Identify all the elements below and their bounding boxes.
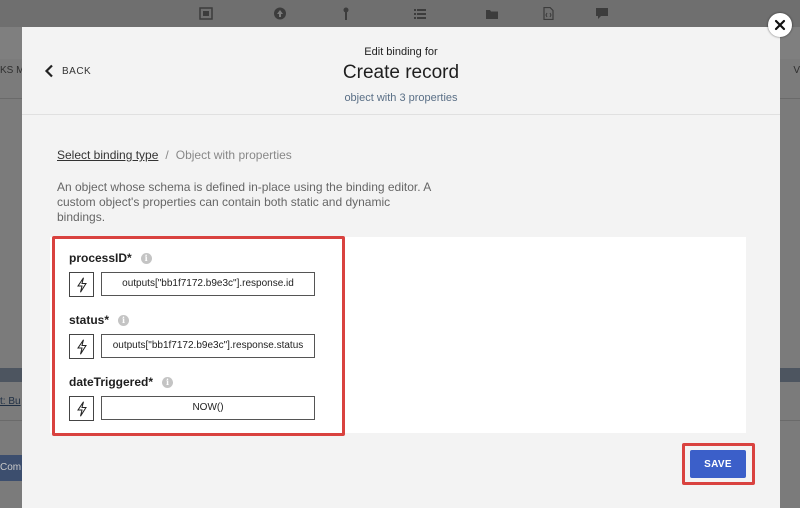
breadcrumb: Select binding type / Object with proper… xyxy=(57,148,292,162)
annotation-highlight-fields xyxy=(52,236,345,436)
toolbar-upload-icon xyxy=(274,7,286,20)
background-tab-fragment: KS M xyxy=(0,65,25,76)
toolbar-folder-icon xyxy=(486,10,498,19)
edit-binding-modal: BACK Edit binding for Create record obje… xyxy=(22,27,780,508)
breadcrumb-current: Object with properties xyxy=(175,148,292,162)
binding-description: An object whose schema is defined in-pla… xyxy=(57,180,431,224)
toolbar-pin-icon xyxy=(343,7,349,20)
modal-subtitle: object with 3 properties xyxy=(344,92,458,104)
toolbar-frame-icon xyxy=(199,7,213,20)
modal-header: BACK Edit binding for Create record obje… xyxy=(22,27,780,115)
modal-title: Create record xyxy=(342,62,460,83)
breadcrumb-select-binding-type[interactable]: Select binding type xyxy=(57,148,158,162)
title-block: Edit binding for Create record object wi… xyxy=(22,46,780,105)
modal-overline: Edit binding for xyxy=(364,46,438,58)
background-button-fragment: Com xyxy=(0,455,22,481)
toolbar-list-icon xyxy=(414,9,426,19)
toolbar-code-file-icon xyxy=(543,7,554,20)
close-icon xyxy=(774,19,786,31)
save-button[interactable]: SAVE xyxy=(690,450,746,478)
close-modal-button[interactable] xyxy=(768,13,792,37)
background-toolbar xyxy=(0,0,800,27)
toolbar-comment-icon xyxy=(596,8,608,19)
breadcrumb-separator: / xyxy=(165,148,169,162)
background-tab-fragment-right: V xyxy=(793,65,800,76)
background-link-fragment: t: Bu xyxy=(0,396,21,407)
